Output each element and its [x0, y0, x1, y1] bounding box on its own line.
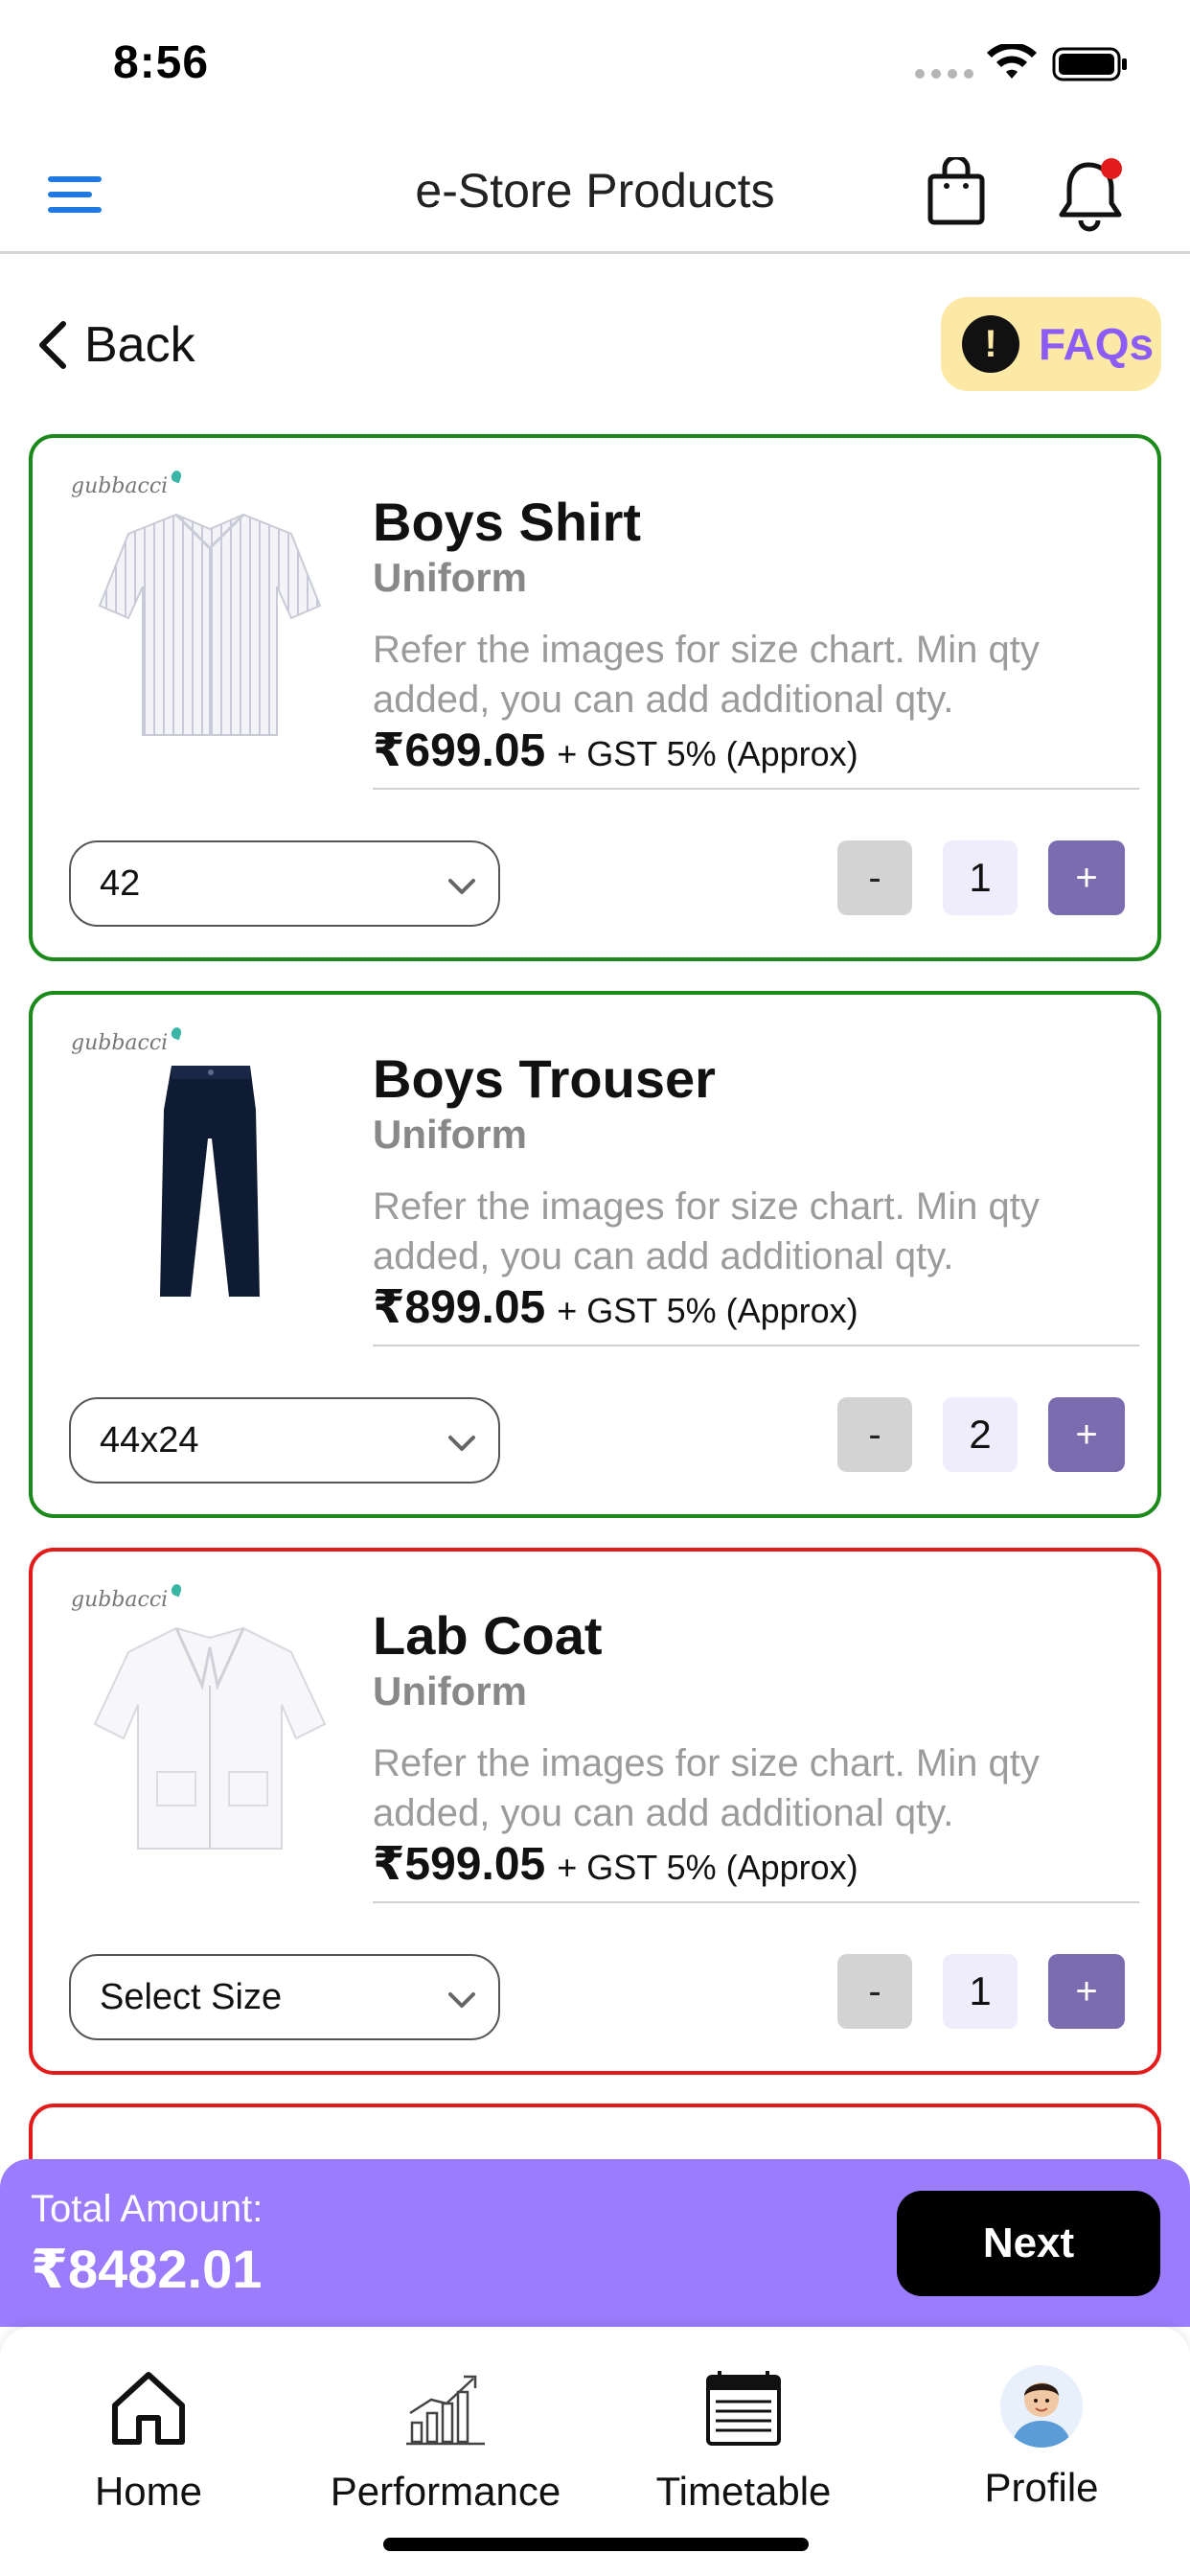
- signal-dots-icon: [915, 69, 973, 79]
- product-category: Uniform: [373, 555, 527, 600]
- price-row: ₹699.05 + GST 5% (Approx): [373, 724, 858, 777]
- exclamation-icon: !: [962, 315, 1019, 373]
- tab-performance[interactable]: Performance: [297, 2365, 594, 2538]
- status-bar: 8:56: [0, 0, 1190, 134]
- app-header: e-Store Products: [0, 134, 1190, 254]
- chevron-down-icon: [448, 879, 475, 894]
- total-bar: Total Amount: ₹8482.01 Next: [0, 2159, 1190, 2327]
- screen: 8:56 e-Store Products Back ! FAQs gubbac…: [0, 0, 1190, 2576]
- size-value: 42: [100, 862, 141, 904]
- avatar: [1000, 2365, 1083, 2448]
- increase-qty-button[interactable]: +: [1048, 1397, 1125, 1472]
- size-value: Select Size: [100, 1976, 283, 2017]
- product-description: Refer the images for size chart. Min qty…: [373, 1742, 1040, 1834]
- product-card: gubbacci Boys Trouser Uniform Refer the …: [29, 991, 1161, 1518]
- battery-icon: [1052, 47, 1127, 81]
- tab-label: Profile: [984, 2465, 1099, 2510]
- product-category: Uniform: [373, 1112, 527, 1157]
- lab-coat-icon: [93, 1626, 327, 1850]
- chevron-down-icon: [448, 1436, 475, 1451]
- faq-button[interactable]: ! FAQs: [941, 297, 1161, 391]
- back-button[interactable]: Back: [36, 311, 195, 379]
- decrease-qty-button[interactable]: -: [837, 1397, 912, 1472]
- divider: [373, 1345, 1139, 1346]
- product-description: Refer the images for size chart. Min qty…: [373, 1185, 1040, 1277]
- tab-label: Home: [94, 2469, 203, 2514]
- size-dropdown[interactable]: 44x24: [69, 1397, 500, 1484]
- total-label: Total Amount:: [31, 2188, 263, 2230]
- product-card: gubbacci Boys Shirt Uniform Refer the im…: [29, 434, 1161, 961]
- total-amount: ₹8482.01: [31, 2239, 263, 2299]
- tab-profile[interactable]: Profile: [893, 2365, 1190, 2538]
- size-dropdown[interactable]: 42: [69, 840, 500, 927]
- product-price: ₹599.05: [373, 1839, 546, 1890]
- quantity-value: 1: [943, 840, 1018, 915]
- wifi-icon: [987, 44, 1037, 79]
- decrease-qty-button[interactable]: -: [837, 1954, 912, 2029]
- gst-note: + GST 5% (Approx): [557, 1848, 858, 1887]
- quantity-value: 2: [943, 1397, 1018, 1472]
- tab-home[interactable]: Home: [0, 2365, 297, 2538]
- home-icon: [112, 2372, 185, 2445]
- next-button[interactable]: Next: [897, 2191, 1160, 2296]
- shirt-icon: [98, 513, 322, 736]
- chevron-left-icon: [39, 321, 66, 369]
- gst-note: + GST 5% (Approx): [557, 1291, 858, 1330]
- performance-chart-icon: [406, 2375, 485, 2446]
- product-category: Uniform: [373, 1668, 527, 1714]
- status-time: 8:56: [113, 37, 210, 88]
- tab-timetable[interactable]: Timetable: [595, 2365, 892, 2538]
- increase-qty-button[interactable]: +: [1048, 1954, 1125, 2029]
- trouser-icon: [160, 1066, 260, 1297]
- divider: [373, 1901, 1139, 1903]
- chevron-down-icon: [448, 1992, 475, 2008]
- product-description: Refer the images for size chart. Min qty…: [373, 629, 1040, 721]
- product-price: ₹699.05: [373, 725, 546, 776]
- calendar-icon: [706, 2371, 781, 2446]
- back-label: Back: [84, 317, 195, 373]
- faq-label: FAQs: [1039, 319, 1155, 369]
- product-name: Boys Shirt: [373, 492, 642, 552]
- gst-note: + GST 5% (Approx): [557, 734, 858, 773]
- decrease-qty-button[interactable]: -: [837, 840, 912, 915]
- product-price: ₹899.05: [373, 1282, 546, 1333]
- page-title: e-Store Products: [415, 164, 775, 218]
- product-name: Lab Coat: [373, 1605, 603, 1666]
- tab-label: Performance: [330, 2469, 561, 2514]
- increase-qty-button[interactable]: +: [1048, 840, 1125, 915]
- tab-label: Timetable: [655, 2469, 832, 2514]
- price-row: ₹899.05 + GST 5% (Approx): [373, 1280, 858, 1334]
- product-name: Boys Trouser: [373, 1048, 716, 1109]
- size-value: 44x24: [100, 1419, 199, 1460]
- notification-bell-icon[interactable]: [1056, 155, 1129, 232]
- size-dropdown[interactable]: Select Size: [69, 1954, 500, 2040]
- divider: [373, 788, 1139, 790]
- product-card: gubbacci Lab Coat Uniform Refer the imag…: [29, 1548, 1161, 2075]
- price-row: ₹599.05 + GST 5% (Approx): [373, 1837, 858, 1891]
- shopping-bag-icon[interactable]: [926, 157, 987, 226]
- quantity-value: 1: [943, 1954, 1018, 2029]
- home-indicator: [383, 2538, 809, 2551]
